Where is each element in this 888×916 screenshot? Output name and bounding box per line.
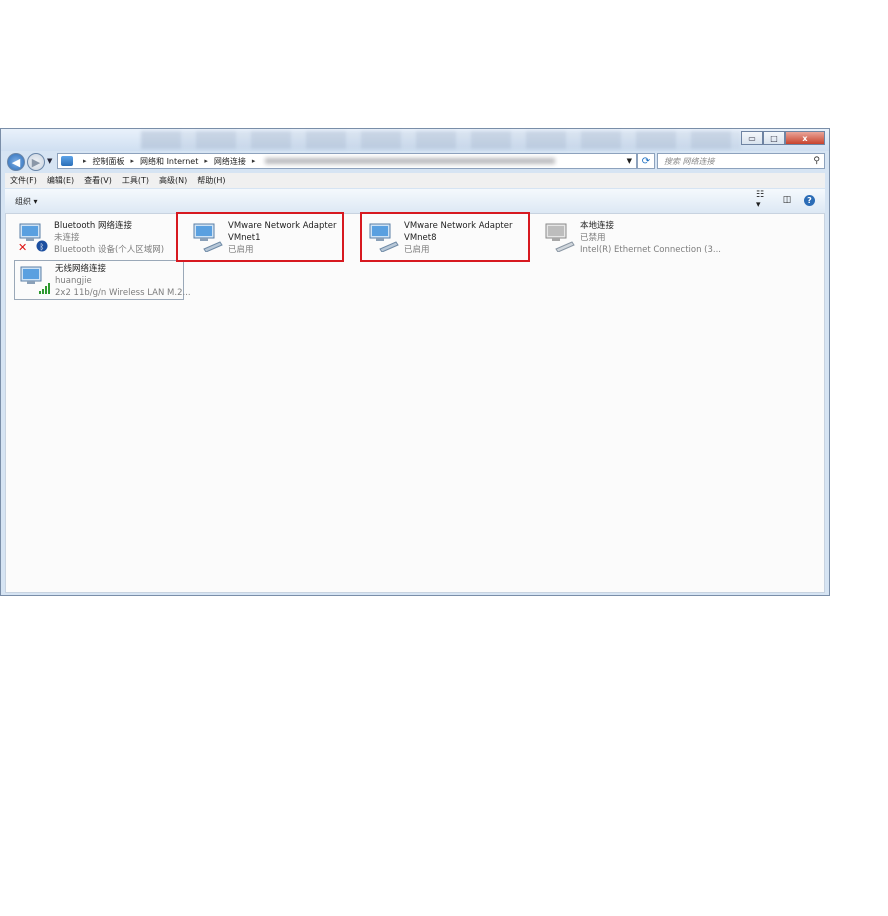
network-connections-window: ▭ □ x ◀ ▶ ▼ ▸ 控制面板 ▸ 网络和 Internet ▸ 网络连接… bbox=[0, 128, 830, 596]
highlight-box-vmnet8 bbox=[360, 212, 530, 262]
menu-advanced[interactable]: 高级(N) bbox=[154, 175, 192, 186]
title-bar[interactable]: ▭ □ x bbox=[1, 129, 829, 151]
back-button[interactable]: ◀ bbox=[7, 153, 25, 171]
adapter-status: huangjie bbox=[55, 276, 92, 286]
menu-bar: 文件(F) 编辑(E) 查看(V) 工具(T) 高级(N) 帮助(H) bbox=[5, 173, 825, 188]
menu-edit[interactable]: 编辑(E) bbox=[42, 175, 79, 186]
recent-pages-dropdown[interactable]: ▼ bbox=[47, 157, 52, 165]
close-button[interactable]: x bbox=[785, 131, 825, 145]
organize-button[interactable]: 组织 ▾ bbox=[15, 196, 38, 207]
menu-view[interactable]: 查看(V) bbox=[79, 175, 117, 186]
breadcrumb-separator-icon[interactable]: ▸ bbox=[252, 157, 256, 165]
adapter-item-local[interactable]: 本地连接 已禁用 Intel(R) Ethernet Connection (3… bbox=[540, 218, 721, 258]
network-disabled-icon bbox=[545, 223, 575, 252]
wireless-signal-icon bbox=[20, 266, 50, 294]
control-panel-icon bbox=[61, 156, 73, 166]
search-input[interactable]: 搜索 网络连接 ⚲ bbox=[657, 153, 825, 169]
minimize-button[interactable]: ▭ bbox=[741, 131, 763, 145]
breadcrumb-separator-icon[interactable]: ▸ bbox=[204, 157, 208, 165]
forward-button[interactable]: ▶ bbox=[27, 153, 45, 171]
adapter-item-wireless[interactable]: 无线网络连接 huangjie 2x2 11b/g/n Wireless LAN… bbox=[14, 260, 191, 300]
adapter-name: Bluetooth 网络连接 bbox=[54, 221, 132, 231]
breadcrumb-separator-icon[interactable]: ▸ bbox=[131, 157, 135, 165]
adapter-item-bluetooth[interactable]: ✕ ᛒ Bluetooth 网络连接 未连接 Bluetooth 设备(个人区域… bbox=[14, 218, 184, 258]
address-bar[interactable]: ▸ 控制面板 ▸ 网络和 Internet ▸ 网络连接 ▸ ▼ bbox=[57, 153, 637, 169]
view-controls: ☷ ▾ ◫ ? bbox=[756, 190, 815, 210]
menu-file[interactable]: 文件(F) bbox=[5, 175, 42, 186]
blurred-title-overlay bbox=[141, 131, 741, 149]
preview-pane-icon[interactable]: ◫ bbox=[780, 194, 794, 206]
search-placeholder: 搜索 网络连接 bbox=[664, 156, 715, 166]
window-controls: ▭ □ x bbox=[741, 131, 825, 145]
adapter-list: ✕ ᛒ Bluetooth 网络连接 未连接 Bluetooth 设备(个人区域… bbox=[5, 212, 825, 593]
highlight-box-vmnet1 bbox=[176, 212, 344, 262]
address-dropdown-icon[interactable]: ▼ bbox=[627, 157, 632, 165]
maximize-button[interactable]: □ bbox=[763, 131, 785, 145]
breadcrumb-control-panel[interactable]: 控制面板 bbox=[93, 156, 125, 167]
help-icon[interactable]: ? bbox=[804, 194, 815, 206]
adapter-name: 本地连接 bbox=[580, 221, 615, 231]
breadcrumb-network-internet[interactable]: 网络和 Internet bbox=[140, 156, 198, 167]
adapter-device: Bluetooth 设备(个人区域网) bbox=[54, 245, 165, 255]
svg-text:✕: ✕ bbox=[18, 241, 27, 252]
menu-help[interactable]: 帮助(H) bbox=[192, 175, 230, 186]
breadcrumb-network-connections[interactable]: 网络连接 bbox=[214, 156, 246, 167]
search-icon[interactable]: ⚲ bbox=[813, 156, 820, 166]
adapter-status: 未连接 bbox=[54, 233, 80, 243]
adapter-device: 2x2 11b/g/n Wireless LAN M.2... bbox=[55, 288, 191, 298]
network-disconnected-bluetooth-icon: ✕ ᛒ bbox=[18, 223, 48, 252]
address-row: ◀ ▶ ▼ ▸ 控制面板 ▸ 网络和 Internet ▸ 网络连接 ▸ ▼ ⟳… bbox=[1, 151, 829, 171]
adapter-name: 无线网络连接 bbox=[55, 264, 107, 274]
menu-tools[interactable]: 工具(T) bbox=[117, 175, 154, 186]
refresh-button[interactable]: ⟳ bbox=[637, 153, 655, 169]
breadcrumb-separator-icon[interactable]: ▸ bbox=[83, 157, 87, 165]
command-bar: 组织 ▾ ☷ ▾ ◫ ? bbox=[5, 189, 825, 214]
svg-text:ᛒ: ᛒ bbox=[40, 243, 45, 252]
adapter-status: 已禁用 bbox=[580, 233, 606, 243]
change-view-icon[interactable]: ☷ ▾ bbox=[756, 190, 770, 210]
adapter-device: Intel(R) Ethernet Connection (3... bbox=[580, 245, 722, 255]
blurred-address-overlay bbox=[265, 158, 556, 164]
